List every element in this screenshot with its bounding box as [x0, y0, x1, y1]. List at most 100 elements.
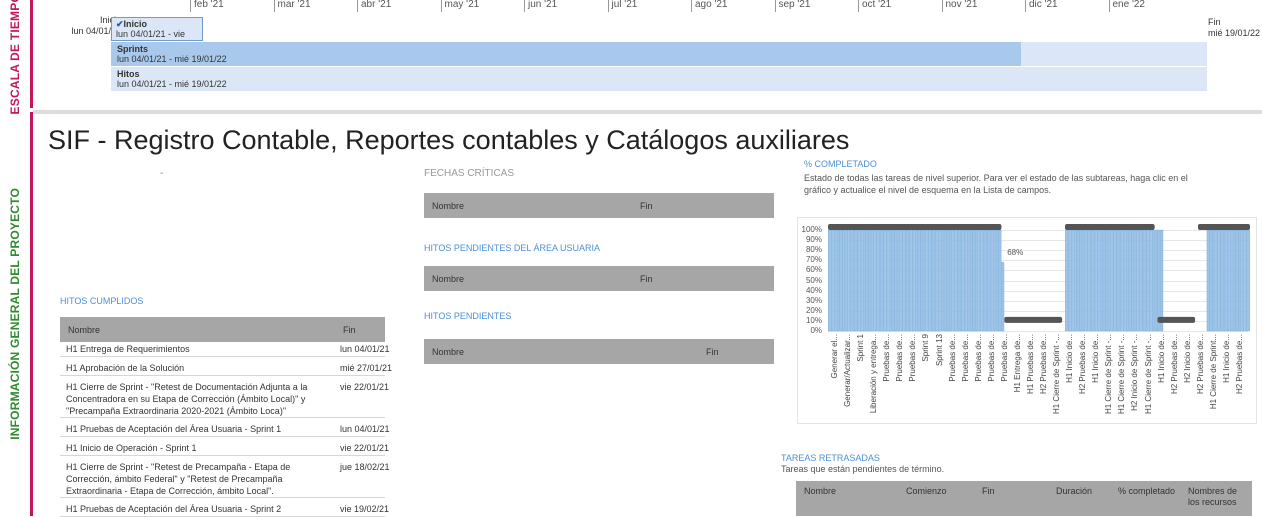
chart-bar	[862, 229, 866, 332]
chart-bar	[1209, 229, 1213, 332]
col-nombre: Nombre	[432, 200, 465, 211]
x-tick-label: H2 Pruebas de...	[1195, 334, 1205, 395]
col-nombre: Nombre	[432, 346, 465, 357]
chart-bar	[966, 229, 970, 332]
band-name: Hitos	[117, 69, 140, 79]
chart-bar	[831, 229, 834, 332]
chart-bar	[1001, 262, 1005, 332]
col-comienzo: Comienzo	[906, 486, 947, 496]
chart-bar	[1076, 229, 1080, 332]
band-dates: lun 04/01/21 - mié 19/01/22	[117, 79, 227, 89]
row-end: jue 18/02/21	[340, 462, 390, 472]
chart-bar	[1128, 229, 1132, 332]
chart-bar	[1157, 229, 1161, 332]
timeline-tab-label: ESCALA DE TIEMPO	[8, 0, 22, 115]
table-row[interactable]: H1 Pruebas de Aceptación del Área Usuari…	[60, 498, 389, 517]
chart-bar	[1143, 229, 1146, 332]
band-name: Sprints	[117, 44, 149, 54]
check-icon: ✔	[116, 19, 124, 29]
chart-bar	[871, 229, 875, 332]
table-row[interactable]: H1 Entrega de Requerimientos lun 04/01/21	[60, 338, 390, 357]
chart-bar	[1070, 229, 1074, 332]
chart-bar	[961, 229, 964, 332]
chart-bar	[885, 229, 889, 332]
col-nombre: Nombre	[68, 324, 101, 335]
chart-bar	[992, 229, 996, 332]
x-tick-label: H1 Cierre de Sprint...	[1208, 334, 1218, 410]
table-row[interactable]: H1 Aprobación de la Solución mié 27/01/21	[60, 357, 392, 376]
chart-bar	[897, 229, 901, 332]
x-tick-label: Pruebas de...	[986, 334, 996, 382]
chart-bar	[1079, 229, 1083, 332]
col-fin: Fin	[343, 324, 356, 335]
chart-bar	[1137, 229, 1141, 332]
x-tick-label: H1 Cierre de Sprint -...	[1052, 334, 1062, 415]
chart-bar	[958, 229, 961, 332]
page-title: SIF - Registro Contable, Reportes contab…	[48, 125, 850, 155]
chart-bar	[1224, 229, 1227, 332]
chart-bar	[1102, 229, 1106, 332]
timeline-band-sprints[interactable]: Sprints lun 04/01/21 - mié 19/01/22	[111, 42, 1207, 66]
timeline-end: Fin mié 19/01/22	[1208, 17, 1262, 39]
chart-bar	[917, 229, 921, 332]
timeline-end-date: mié 19/01/22	[1208, 28, 1261, 38]
col-fin: Fin	[640, 273, 653, 284]
x-tick-label: Sprint 9	[921, 334, 931, 362]
chart-bar	[955, 229, 958, 332]
timeline-month-label: oct '21	[858, 0, 891, 12]
x-tick-label: H1 Inicio de...	[1221, 334, 1231, 383]
table-row[interactable]: H1 Inicio de Operación - Sprint 1 vie 22/…	[60, 437, 389, 456]
table-row[interactable]: H1 Pruebas de Aceptación del Área Usuari…	[60, 418, 390, 437]
percent-complete-chart[interactable]: 0% 10% 20% 30% 40% 50% 60% 70% 80% 90% 100% 68% Ge…	[797, 217, 1257, 424]
chart-bar	[1065, 229, 1068, 332]
x-tick-label: H1 Inicio de...	[1091, 334, 1101, 383]
tareas-retrasadas-heading: TAREAS RETRASADAS	[781, 453, 880, 463]
chart-bar	[920, 229, 924, 332]
chart-bar	[963, 229, 967, 332]
hitos-area-usuaria-header: Nombre Fin	[424, 266, 774, 291]
timeline-month-label: sep '21	[774, 0, 810, 12]
fechas-criticas-heading: FECHAS CRÍTICAS	[424, 168, 515, 179]
timeline-month-label: ene '22	[1108, 0, 1145, 12]
chart-bar	[854, 229, 857, 332]
chart-bar	[995, 229, 999, 332]
chart-bar	[1082, 229, 1086, 332]
chart-bar	[1140, 229, 1143, 332]
chart-bar	[1096, 229, 1100, 332]
chart-bar	[1085, 229, 1088, 332]
col-fin: Fin	[706, 346, 719, 357]
chart-bar	[900, 229, 904, 332]
chart-annotation: 68%	[1007, 248, 1023, 257]
col-fin: Fin	[982, 486, 995, 496]
timeline-panel[interactable]: feb '21 mar '21 abr '21 may '21 jun '21 jul '…	[33, 0, 1262, 106]
x-tick-label: Pruebas de...	[947, 334, 957, 382]
row-end: lun 04/01/21	[340, 424, 390, 434]
chart-bar	[1125, 229, 1129, 332]
chart-bar	[868, 229, 872, 332]
x-tick-label: H2 Pruebas de...	[1039, 334, 1048, 395]
x-tick-label: Liberación y entrega...	[869, 334, 879, 414]
chart-bar	[1244, 229, 1247, 332]
hitos-pendientes-heading: HITOS PENDIENTES	[424, 311, 512, 321]
timeline-month-label: may '21	[440, 0, 479, 12]
chart-bar	[1151, 229, 1155, 332]
table-row[interactable]: H1 Cierre de Sprint - "Retest de Documen…	[60, 376, 389, 418]
x-tick-label: Pruebas de...	[973, 334, 983, 382]
timeline-selected-task[interactable]: ✔Inicio lun 04/01/21 - vie	[111, 17, 203, 41]
table-row[interactable]: H1 Cierre de Sprint - "Retest de Precamp…	[60, 456, 390, 498]
col-nombre: Nombre	[432, 273, 465, 284]
x-tick-label: Sprint 13	[934, 334, 944, 367]
chart-bar	[880, 229, 883, 332]
chart-bar	[859, 229, 863, 332]
timeline-month-label: feb '21	[190, 0, 224, 12]
timeline-band-hitos[interactable]: Hitos lun 04/01/21 - mié 19/01/22	[111, 67, 1207, 91]
chart-bar	[1114, 229, 1117, 332]
x-tick-label: Pruebas de...	[960, 334, 970, 382]
row-name: H1 Cierre de Sprint - "Retest de Precamp…	[66, 462, 291, 496]
chart-bar	[1073, 229, 1077, 332]
chart-bar	[1235, 229, 1239, 332]
x-tick-label: H1 Entrega de...	[1012, 334, 1022, 393]
chart-bar	[845, 229, 849, 332]
timeline-side-tab: ESCALA DE TIEMPO	[0, 0, 30, 115]
chart-bar	[929, 229, 932, 332]
